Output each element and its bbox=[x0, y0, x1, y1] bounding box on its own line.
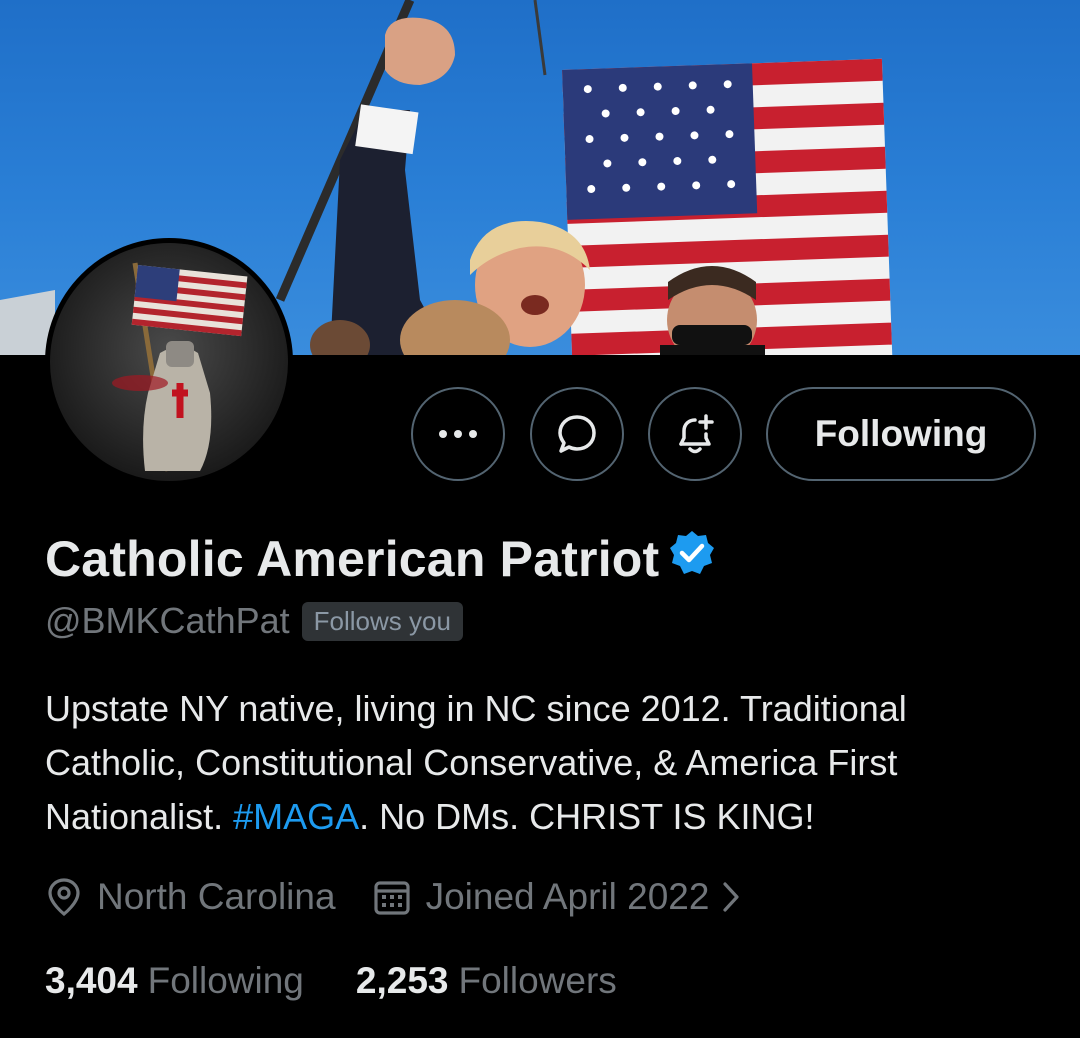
notify-button[interactable] bbox=[648, 387, 742, 481]
message-icon bbox=[558, 415, 596, 453]
calendar-icon bbox=[373, 881, 410, 915]
followers-label: Followers bbox=[458, 960, 617, 1001]
joined-date[interactable]: Joined April 2022 bbox=[372, 876, 756, 918]
following-stat-link[interactable]: 3,404 Following bbox=[45, 960, 304, 1002]
handle: @BMKCathPat bbox=[45, 600, 290, 641]
bio: Upstate NY native, living in NC since 20… bbox=[45, 682, 1045, 844]
display-name-row: Catholic American Patriot bbox=[45, 528, 717, 590]
more-button[interactable] bbox=[411, 387, 505, 481]
more-icon bbox=[439, 430, 477, 438]
profile-meta-row: North Carolina Joined April 2022 bbox=[45, 876, 755, 918]
verified-badge-icon[interactable] bbox=[667, 528, 717, 590]
stats-row: 3,404 Following 2,253 Followers bbox=[45, 960, 617, 1002]
joined-text: Joined April 2022 bbox=[425, 876, 710, 917]
location-text: North Carolina bbox=[97, 876, 336, 917]
followers-count: 2,253 bbox=[355, 960, 449, 1001]
followers-stat-link[interactable]: 2,253 Followers bbox=[356, 960, 617, 1002]
following-count: 3,404 bbox=[45, 960, 138, 1001]
following-button[interactable]: Following bbox=[766, 387, 1036, 481]
location: North Carolina bbox=[45, 876, 336, 918]
chevron-right-icon bbox=[723, 882, 740, 912]
avatar-image bbox=[50, 243, 288, 481]
bio-text-2: . No DMs. CHRIST IS KING! bbox=[359, 796, 815, 837]
message-button[interactable] bbox=[530, 387, 624, 481]
display-name: Catholic American Patriot bbox=[45, 531, 660, 587]
bio-hashtag-link[interactable]: #MAGA bbox=[233, 796, 359, 837]
handle-row: @BMKCathPat Follows you bbox=[45, 600, 463, 642]
avatar[interactable] bbox=[45, 238, 293, 486]
bell-plus-icon bbox=[679, 414, 714, 454]
follows-you-badge: Follows you bbox=[301, 601, 463, 641]
following-label: Following bbox=[147, 960, 304, 1001]
location-pin-icon bbox=[48, 878, 80, 917]
